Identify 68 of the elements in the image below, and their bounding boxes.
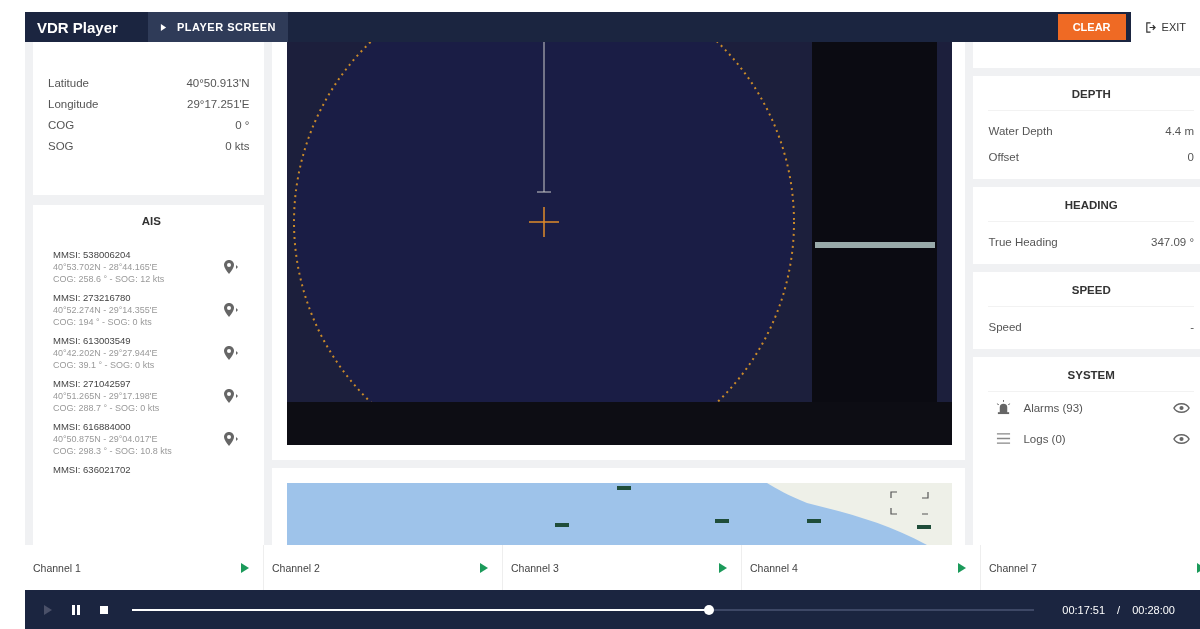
vessel-mmsi: MMSI: 271042597: [53, 378, 132, 389]
slider-thumb[interactable]: [704, 604, 715, 615]
vessel-mmsi: MMSI: 273216780: [53, 292, 132, 303]
field-value: 40°50.913'N: [186, 77, 250, 89]
exit-icon: [1144, 21, 1156, 33]
play-icon[interactable]: [719, 562, 727, 573]
system-item-label: Alarms (93): [1023, 401, 1084, 414]
vessel-mmsi: MMSI: 538006204: [53, 249, 132, 260]
app-title: VDR Player: [36, 18, 119, 36]
player-screen-tab[interactable]: PLAYER SCREEN: [148, 12, 288, 42]
field-label: Longitude: [48, 98, 99, 110]
field-value: 29°17.251'E: [187, 98, 250, 110]
channel-label: Channel 3: [511, 561, 559, 574]
field-value: 0: [1187, 151, 1194, 163]
vessel-motion: COG: 39.1 ° - SOG: 0 kts: [53, 360, 156, 370]
field-label: Offset: [988, 151, 1019, 163]
system-item-label: Logs (0): [1023, 432, 1067, 445]
vessel-motion: COG: 288.7 ° - SOG: 0 kts: [53, 403, 160, 413]
card-title: AIS: [140, 214, 162, 229]
vessel-motion: COG: 194 ° - SOG: 0 kts: [53, 317, 153, 327]
field-value: 0 °: [235, 119, 250, 131]
field-label: Latitude: [48, 77, 89, 89]
vessel-position: 40°50.875N - 29°04.017'E: [53, 434, 159, 444]
vessel-motion: COG: 298.3 ° - SOG: 10.8 kts: [53, 446, 172, 456]
field-label: SOG: [48, 140, 74, 152]
card-title: HEADING: [988, 187, 1194, 222]
vessel-mmsi: MMSI: 636021702: [53, 464, 131, 475]
vessel-motion: COG: 258.6 ° - SOG: 12 kts: [53, 274, 165, 284]
channel-label: Channel 1: [33, 561, 81, 574]
field-value: 4.4 m: [1165, 125, 1194, 137]
field-label: True Heading: [988, 236, 1058, 248]
field-label: Speed: [988, 321, 1022, 333]
eye-icon[interactable]: [1173, 401, 1190, 414]
elapsed-time: 00:17:51: [1062, 603, 1106, 616]
channel-label: Channel 4: [750, 561, 798, 574]
time-separator: /: [1117, 603, 1121, 616]
field-label: Water Depth: [988, 125, 1053, 137]
location-pin-icon[interactable]: [223, 431, 240, 446]
channel-label: Channel 7: [989, 561, 1037, 574]
vessel-position: 40°53.702N - 28°44.165'E: [53, 262, 159, 272]
field-label: COG: [48, 119, 75, 131]
vessel-position: 40°42.202N - 29°27.944'E: [53, 348, 158, 358]
vessel-position: 40°51.265N - 29°17.198'E: [53, 391, 159, 401]
play-icon: [160, 23, 167, 31]
location-pin-icon[interactable]: [223, 259, 240, 274]
stop-icon[interactable]: [99, 604, 109, 615]
siren-icon: [996, 400, 1012, 415]
play-icon[interactable]: [480, 562, 488, 573]
field-value: 347.09 °: [1151, 236, 1194, 248]
list-icon: [996, 431, 1012, 446]
field-value: 0 kts: [225, 140, 250, 152]
location-pin-icon[interactable]: [223, 302, 240, 317]
card-title: DEPTH: [988, 76, 1194, 111]
total-time: 00:28:00: [1132, 603, 1175, 616]
card-title: SPEED: [988, 272, 1194, 307]
eye-icon[interactable]: [1173, 432, 1190, 445]
field-value: -: [1190, 321, 1194, 333]
vessel-position: 40°52.274N - 29°14.355'E: [53, 305, 158, 315]
pause-icon[interactable]: [71, 604, 81, 615]
exit-button[interactable]: EXIT: [1130, 12, 1200, 42]
vessel-mmsi: MMSI: 613003549: [53, 335, 132, 346]
location-pin-icon[interactable]: [223, 388, 240, 403]
vessel-mmsi: MMSI: 616884000: [53, 421, 132, 432]
location-pin-icon[interactable]: [223, 345, 240, 360]
card-title: SYSTEM: [988, 357, 1194, 392]
play-icon[interactable]: [958, 562, 966, 573]
play-icon[interactable]: [241, 562, 249, 573]
channel-label: Channel 2: [272, 561, 320, 574]
